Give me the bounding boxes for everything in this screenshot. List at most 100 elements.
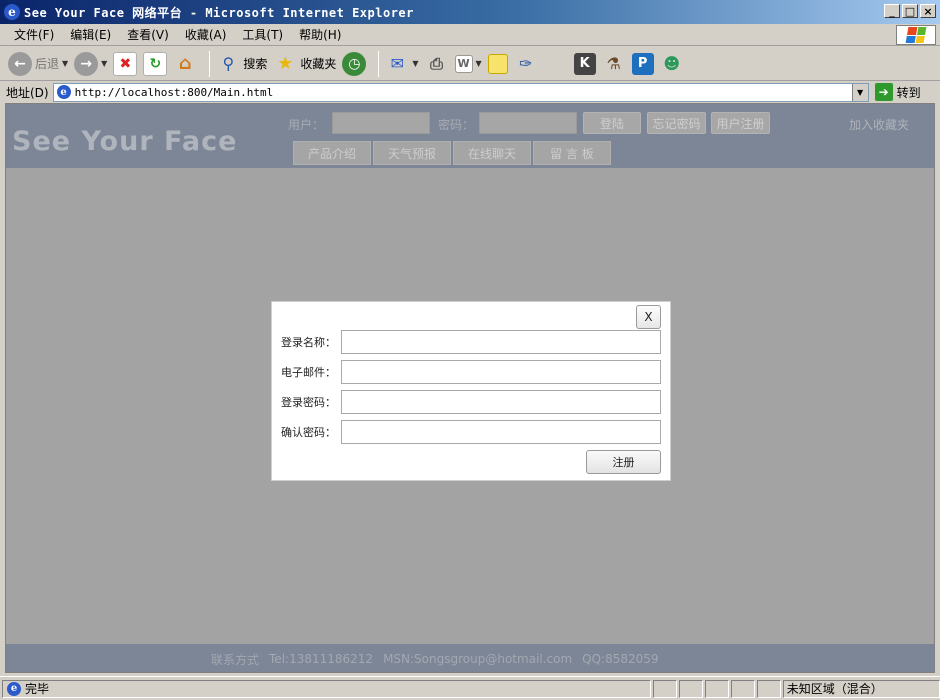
register-dialog: X 登录名称： 电子邮件： 登录密码： 确认密码： 注册	[271, 301, 671, 481]
windows-logo-icon	[896, 25, 936, 45]
favorites-button[interactable]: ★ 收藏夹	[273, 52, 336, 76]
msn-people-icon: ☻	[663, 54, 681, 73]
window-titlebar: e See Your Face 网络平台 - Microsoft Interne…	[0, 0, 940, 24]
msn-button[interactable]: ☻	[660, 52, 684, 76]
media-button[interactable]: P	[631, 52, 654, 75]
notes-button[interactable]	[487, 53, 508, 74]
status-cell	[679, 679, 703, 698]
address-bar: 地址(D) e http://localhost:800/Main.html ▼…	[0, 81, 940, 103]
search-label: 搜索	[243, 57, 268, 71]
note-icon	[487, 53, 508, 74]
menu-favorites[interactable]: 收藏(A)	[177, 26, 235, 43]
menu-help[interactable]: 帮助(H)	[291, 26, 349, 43]
window-controls: _ □ ×	[884, 4, 936, 18]
back-dropdown-icon[interactable]: ▼	[62, 59, 68, 68]
home-button[interactable]: ⌂	[173, 52, 197, 76]
address-input[interactable]: e http://localhost:800/Main.html ▼	[52, 82, 869, 102]
browser-toolbar: ← 后退 ▼ → ▼ ✖ ↻ ⌂ ⚲ 搜索 ★ 收藏夹 ◷ ✉ ▼ ⎙ W ▼ …	[0, 47, 940, 81]
forward-button[interactable]: → ▼	[74, 51, 107, 76]
close-window-button[interactable]: ×	[920, 4, 936, 18]
address-url: http://localhost:800/Main.html	[74, 85, 274, 99]
add-favorite-link[interactable]: 加入收藏夹	[849, 116, 909, 133]
login-password-label: 登录密码：	[281, 396, 336, 409]
back-button[interactable]: ← 后退 ▼	[8, 51, 68, 76]
go-label: 转到	[896, 85, 921, 100]
login-password-row: 登录密码：	[281, 390, 661, 414]
forgot-password-button[interactable]: 忘记密码	[647, 112, 706, 134]
login-button[interactable]: 登陆	[583, 112, 641, 134]
history-button[interactable]: ◷	[342, 51, 367, 76]
search-button[interactable]: ⚲ 搜索	[216, 52, 267, 76]
quill-icon: ✑	[518, 54, 533, 73]
footer-contact: 联系方式	[211, 652, 260, 667]
back-label: 后退	[35, 57, 60, 71]
login-name-row: 登录名称：	[281, 330, 661, 354]
status-cell	[756, 679, 781, 698]
mail-dropdown-icon[interactable]: ▼	[412, 59, 418, 68]
confirm-password-input[interactable]	[341, 420, 661, 444]
security-zone: 未知区域（混合）	[782, 679, 940, 698]
go-button[interactable]: ➔ 转到	[874, 83, 921, 101]
research-button[interactable]: ⚗	[602, 52, 626, 76]
login-name-input[interactable]	[341, 330, 661, 354]
p-logo-icon: P	[631, 52, 654, 75]
confirm-password-row: 确认密码：	[281, 420, 661, 444]
nav-weather[interactable]: 天气预报	[373, 141, 451, 165]
login-name-label: 登录名称：	[281, 336, 336, 349]
status-text: 完毕	[25, 682, 50, 696]
password-input[interactable]	[479, 112, 577, 134]
window-title: See Your Face 网络平台 - Microsoft Internet …	[24, 5, 414, 20]
k-button[interactable]: K	[573, 52, 596, 75]
site-header: See Your Face 用户： 密码： 登陆 忘记密码 用户注册 加入收藏夹…	[6, 104, 934, 168]
user-input[interactable]	[332, 112, 430, 134]
home-icon: ⌂	[178, 53, 192, 74]
dialog-close-button[interactable]: X	[636, 305, 661, 329]
print-button[interactable]: ⎙	[425, 52, 449, 76]
login-password-input[interactable]	[341, 390, 661, 414]
site-footer: 联系方式 Tel:13811186212 MSN:Songsgroup@hotm…	[6, 644, 934, 672]
stop-button[interactable]: ✖	[113, 51, 138, 76]
messenger-button[interactable]: ✑	[514, 52, 538, 76]
ie-logo-icon: e	[4, 4, 20, 20]
nav-product-intro[interactable]: 产品介绍	[293, 141, 371, 165]
printer-icon: ⎙	[430, 53, 443, 73]
history-icon: ◷	[342, 51, 367, 76]
stop-icon: ✖	[113, 51, 138, 76]
footer-qq: QQ:8582059	[582, 652, 659, 666]
site-logo: See Your Face	[12, 126, 238, 157]
page-viewport: See Your Face 用户： 密码： 登陆 忘记密码 用户注册 加入收藏夹…	[5, 103, 935, 673]
maximize-button[interactable]: □	[902, 4, 918, 18]
search-icon: ⚲	[222, 54, 235, 73]
nav-message-board[interactable]: 留 言 板	[533, 141, 611, 165]
page-icon: e	[56, 85, 71, 99]
footer-msn: MSN:Songsgroup@hotmail.com	[383, 652, 573, 666]
forward-arrow-icon: →	[74, 51, 99, 76]
status-main: e 完毕	[2, 679, 652, 698]
mail-icon: ✉	[390, 54, 405, 73]
research-icon: ⚗	[606, 54, 621, 73]
k-logo-icon: K	[573, 52, 596, 75]
user-register-button[interactable]: 用户注册	[711, 112, 770, 134]
register-submit-button[interactable]: 注册	[586, 450, 661, 474]
mail-button[interactable]: ✉ ▼	[385, 52, 419, 76]
menu-edit[interactable]: 编辑(E)	[62, 26, 119, 43]
favorites-label: 收藏夹	[300, 57, 337, 71]
menu-file[interactable]: 文件(F)	[6, 26, 62, 43]
status-cell	[653, 679, 678, 698]
email-input[interactable]	[341, 360, 661, 384]
status-cell	[730, 679, 755, 698]
edit-button[interactable]: W ▼	[454, 54, 482, 73]
forward-dropdown-icon[interactable]: ▼	[101, 59, 107, 68]
status-page-icon: e	[7, 681, 21, 696]
menu-view[interactable]: 查看(V)	[119, 26, 177, 43]
refresh-button[interactable]: ↻	[143, 51, 168, 76]
menu-tools[interactable]: 工具(T)	[234, 26, 291, 43]
password-label: 密码：	[438, 118, 475, 132]
email-label: 电子邮件：	[281, 366, 336, 379]
edit-dropdown-icon[interactable]: ▼	[476, 59, 482, 68]
address-dropdown-icon[interactable]: ▼	[851, 83, 868, 101]
minimize-button[interactable]: _	[884, 4, 900, 18]
back-arrow-icon: ←	[8, 51, 32, 76]
nav-online-chat[interactable]: 在线聊天	[453, 141, 531, 165]
menu-bar: 文件(F) 编辑(E) 查看(V) 收藏(A) 工具(T) 帮助(H)	[0, 24, 940, 46]
